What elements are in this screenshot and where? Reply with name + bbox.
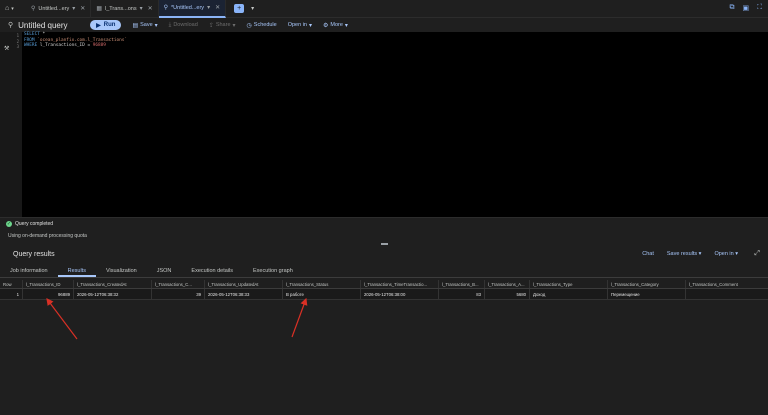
arrow-to-id-column [46,298,78,340]
arrow-to-status-column [291,297,308,338]
annotation-arrows [46,297,308,340]
